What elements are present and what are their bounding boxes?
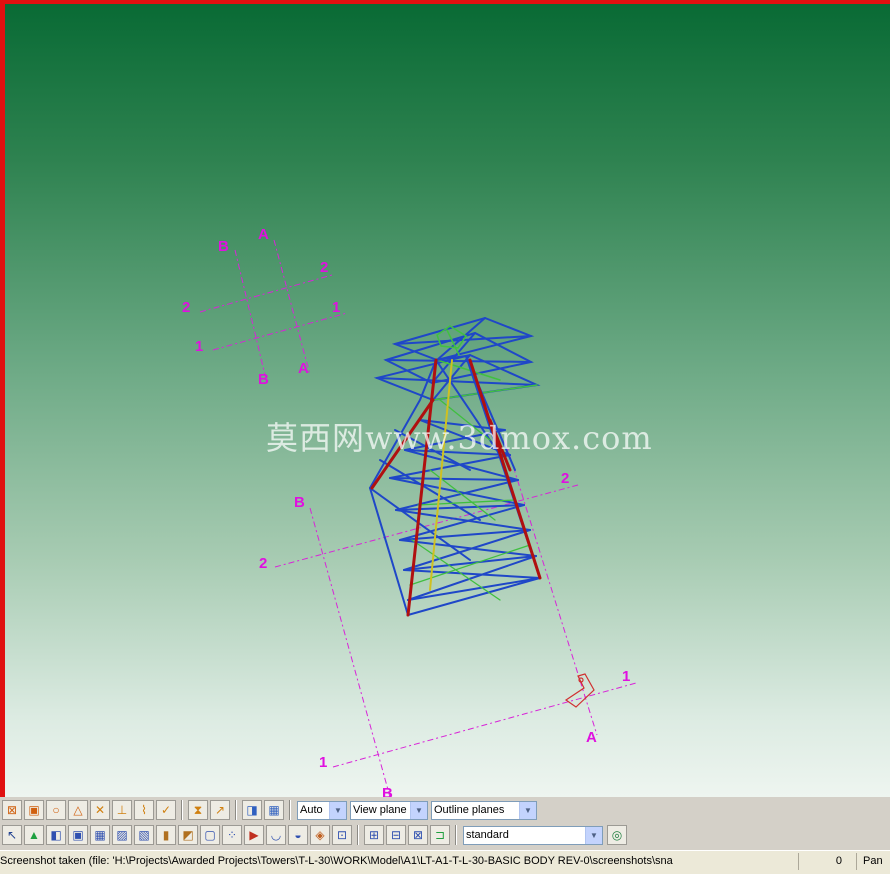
select-multi-icon[interactable]: ⊟ (386, 825, 406, 845)
snap-mode-dropdown[interactable]: Auto ▼ (297, 800, 347, 820)
lattice-tower-model[interactable] (368, 316, 542, 617)
select-object-icon[interactable]: ◧ (46, 825, 66, 845)
status-message: Screenshot taken (file: 'H:\Projects\Awa… (0, 855, 673, 867)
grid-label: 1 (195, 338, 203, 355)
model-scene[interactable]: B A 2 2 1 1 B A B 2 2 1 1 A B (0, 0, 890, 797)
select-component-icon[interactable]: ▮ (156, 825, 176, 845)
outline-planes-dropdown[interactable]: Outline planes ▼ (431, 800, 537, 820)
plane-dropdown[interactable]: View plane ▼ (350, 800, 428, 820)
select-weld-marks-icon[interactable]: ⊐ (430, 825, 450, 845)
select-grid-icon[interactable]: ▦ (90, 825, 110, 845)
snap-reference-icon[interactable]: ⊠ (2, 800, 22, 820)
chevron-down-icon[interactable]: ▼ (585, 826, 602, 844)
selection-toolbar: ↖ ▲ ◧ ▣ ▦ ▨ ▧ ▮ ◩ ▢ ⁘ ▶ ◡ ◒ ◈ ⊡ ⊞ ⊟ ⊠ ⊐ standard ▼ ◎ (0, 822, 627, 848)
grid-label: B (218, 238, 229, 255)
grid-label: 2 (259, 555, 267, 572)
status-mode: Pan (856, 853, 890, 870)
snap-geometry-icon[interactable]: ▣ (24, 800, 44, 820)
select-pointer-icon[interactable]: ↖ (2, 825, 22, 845)
grid-label: 2 (320, 259, 328, 276)
select-group-icon[interactable]: ⊡ (332, 825, 352, 845)
grid-label: B (294, 494, 305, 511)
snap-toolbar: ⊠ ▣ ○ △ ✕ ⊥ ⌇ ✓ ⧗ ↗ ◨ ▦ Auto ▼ View plane ▼ Outline… (0, 797, 537, 823)
grid-label: 1 (319, 754, 327, 771)
grid-view-icon[interactable]: ▦ (264, 800, 284, 820)
select-surface-icon[interactable]: ◒ (288, 825, 308, 845)
snap-free-icon[interactable]: ⌇ (134, 800, 154, 820)
snap-cross-icon[interactable]: ✕ (90, 800, 110, 820)
small-grid: B A 2 2 1 1 B A (182, 226, 348, 388)
selection-filter-dropdown[interactable]: standard ▼ (463, 825, 603, 845)
toolbar-separator (357, 825, 359, 845)
toolbar-separator (181, 800, 183, 820)
select-all-icon[interactable]: ⊠ (408, 825, 428, 845)
toolbar-separator (455, 825, 457, 845)
toolbar-separator (289, 800, 291, 820)
outline-planes-value: Outline planes (434, 804, 505, 816)
chevron-down-icon[interactable]: ▼ (519, 801, 536, 819)
select-sub-icon[interactable]: ⊞ (364, 825, 384, 845)
chevron-down-icon[interactable]: ▼ (410, 801, 427, 819)
select-bolt-icon[interactable]: ▧ (134, 825, 154, 845)
grid-label: 1 (622, 668, 630, 685)
status-bar: Screenshot taken (file: 'H:\Projects\Awa… (0, 850, 890, 874)
select-weld-icon[interactable]: ▨ (112, 825, 132, 845)
select-part-icon[interactable]: ▲ (24, 825, 44, 845)
watermark-text: 莫西网www.3dmox.com (266, 419, 653, 457)
grid-label: A (298, 360, 309, 377)
large-grid: B 2 2 1 1 A B (259, 439, 637, 797)
toolbar-separator (235, 800, 237, 820)
select-points-icon[interactable]: ⁘ (222, 825, 242, 845)
grid-label: 1 (332, 299, 340, 316)
grid-label: A (258, 226, 269, 243)
snap-triangle-icon[interactable]: △ (68, 800, 88, 820)
select-assembly-icon[interactable]: ▣ (68, 825, 88, 845)
select-detail-icon[interactable]: ◩ (178, 825, 198, 845)
chevron-down-icon[interactable]: ▼ (329, 801, 346, 819)
snap-mode-value: Auto (300, 804, 323, 816)
grid-label: A (586, 729, 597, 746)
render-icon[interactable]: ◨ (242, 800, 262, 820)
snap-perpendicular-icon[interactable]: ⊥ (112, 800, 132, 820)
snap-check-icon[interactable]: ✓ (156, 800, 176, 820)
grid-label: 2 (561, 470, 569, 487)
select-fitting-icon[interactable]: ◈ (310, 825, 330, 845)
snap-arrow-icon[interactable]: ↗ (210, 800, 230, 820)
grid-label: 2 (182, 299, 190, 316)
grid-label: B (258, 371, 269, 388)
status-coordinate: 0 (798, 853, 848, 870)
selection-filter-value: standard (466, 829, 509, 841)
plane-value: View plane (353, 804, 407, 816)
select-cut-icon[interactable]: ◡ (266, 825, 286, 845)
snap-circle-icon[interactable]: ○ (46, 800, 66, 820)
snap-hourglass-icon[interactable]: ⧗ (188, 800, 208, 820)
select-filter-icon[interactable]: ◎ (607, 825, 627, 845)
select-reference-icon[interactable]: ▶ (244, 825, 264, 845)
select-plane-icon[interactable]: ▢ (200, 825, 220, 845)
grid-label: B (382, 785, 393, 797)
work-plane-symbol-icon[interactable] (564, 673, 595, 708)
